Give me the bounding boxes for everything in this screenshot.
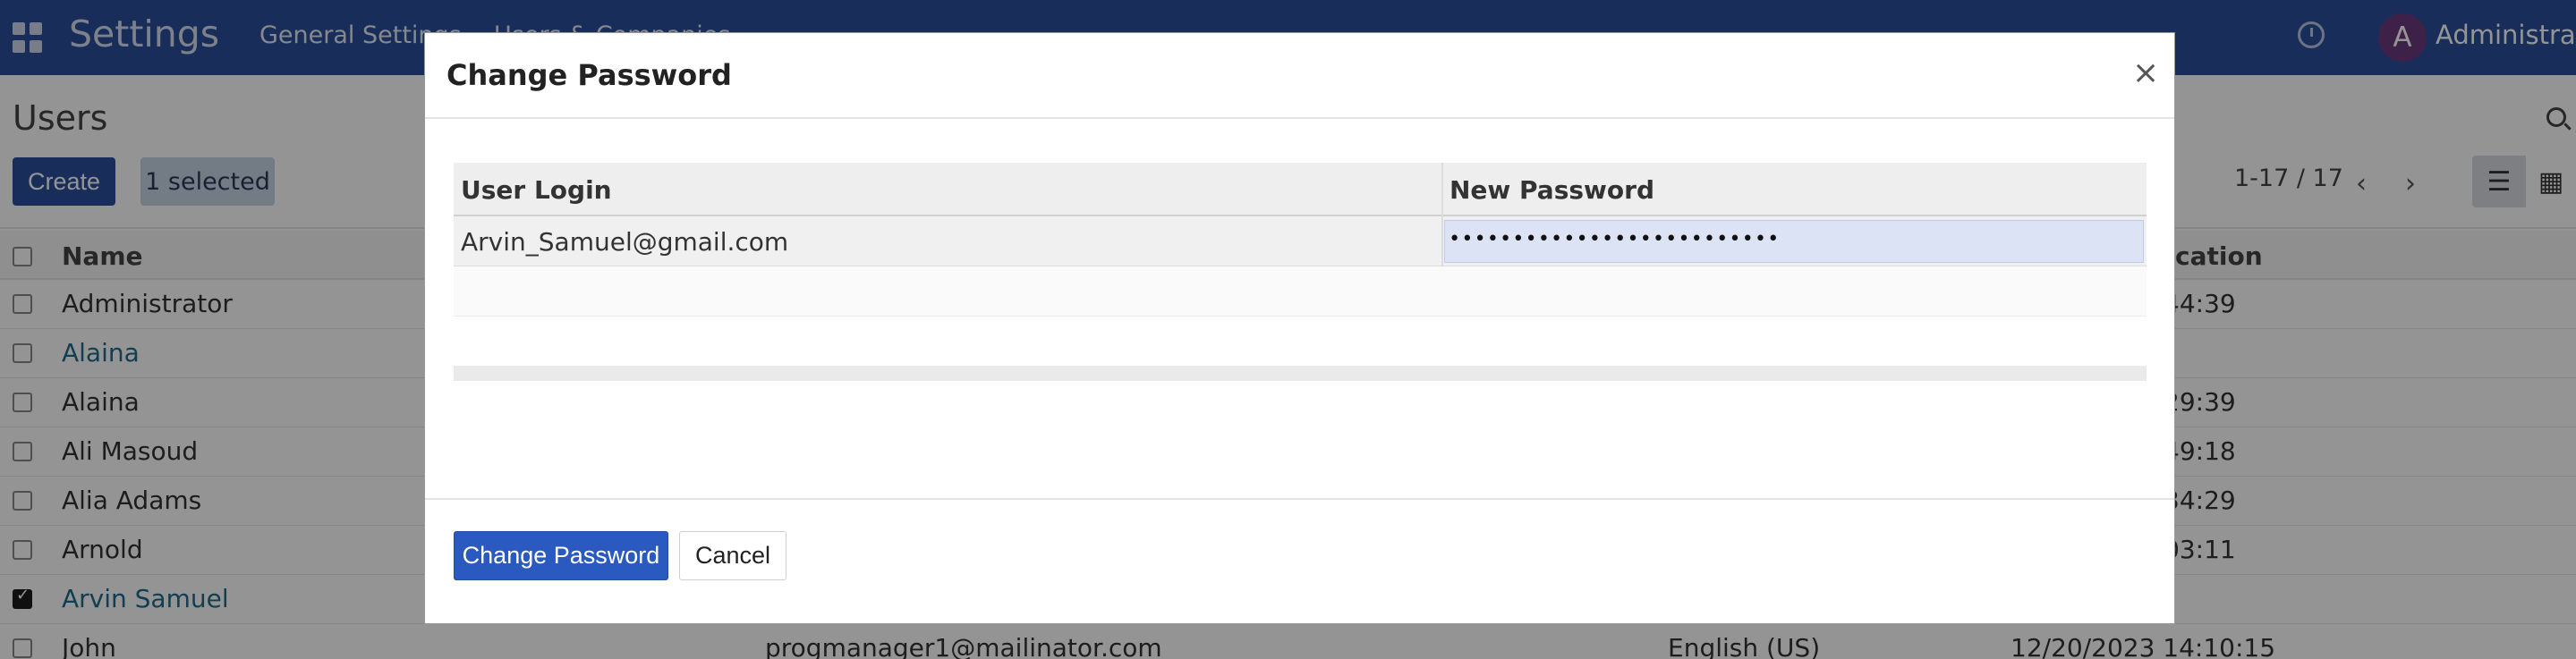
column-header-user-login: User Login (461, 175, 612, 205)
change-password-dialog: Change Password × User Login New Passwor… (424, 32, 2175, 624)
cancel-button[interactable]: Cancel (679, 531, 786, 580)
user-login-cell: Arvin_Samuel@gmail.com (461, 227, 789, 257)
empty-row (454, 266, 2147, 317)
dialog-title: Change Password (446, 58, 732, 92)
table-footer (454, 367, 2147, 381)
app-root: Settings General Settings Users & Compan… (0, 0, 2576, 659)
dialog-footer: Change Password Cancel (425, 498, 2174, 625)
dialog-header: Change Password × (425, 33, 2174, 119)
close-icon[interactable]: × (2132, 55, 2159, 91)
empty-row (454, 317, 2147, 367)
new-password-field[interactable]: •••••••••••••••••••••••••• (1444, 220, 2144, 263)
column-divider (1441, 163, 1443, 266)
password-table-row: Arvin_Samuel@gmail.com •••••••••••••••••… (454, 216, 2147, 266)
change-password-button[interactable]: Change Password (454, 531, 668, 580)
password-table-header: User Login New Password (454, 163, 2147, 216)
column-header-new-password: New Password (1450, 175, 1654, 205)
